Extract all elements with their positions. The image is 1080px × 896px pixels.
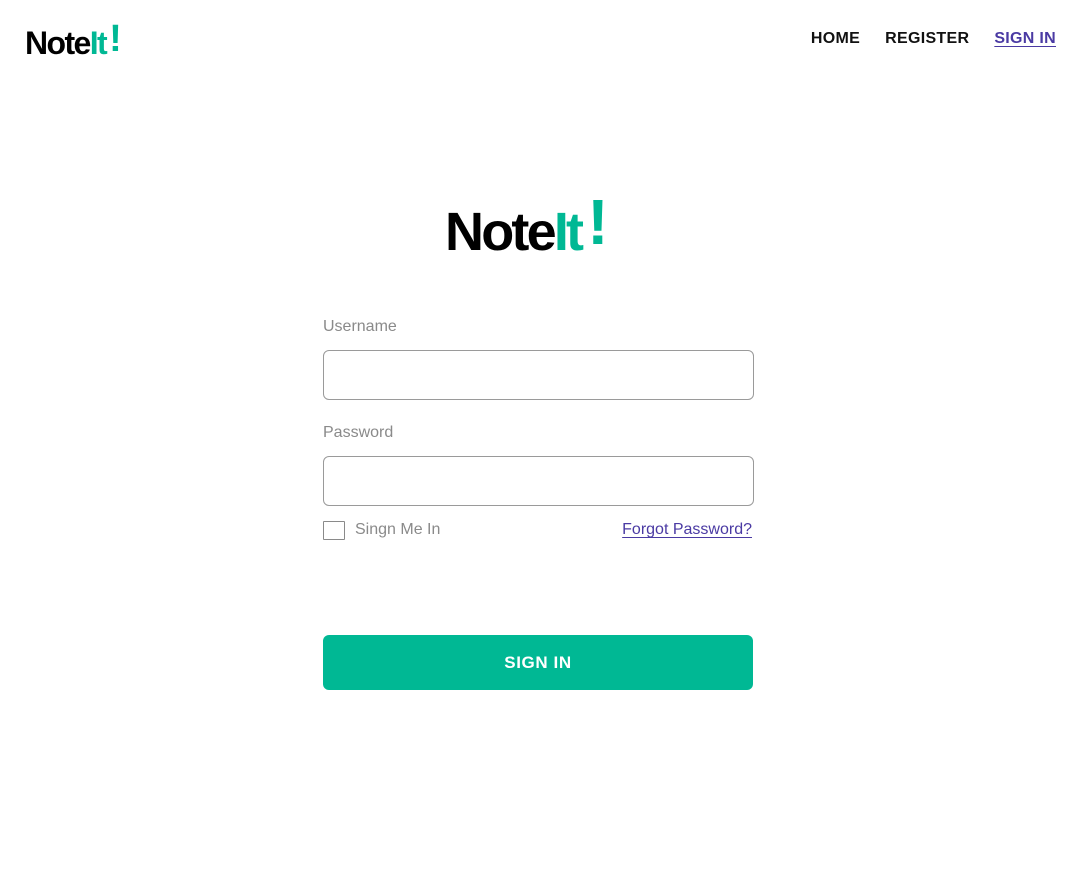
- nav-link-register[interactable]: REGISTER: [885, 28, 969, 50]
- remember-me-label[interactable]: Singn Me In: [355, 519, 440, 541]
- password-label: Password: [323, 424, 394, 441]
- main-nav: HOME REGISTER SIGN IN: [811, 28, 1056, 50]
- signin-page: NoteIt! HOME REGISTER SIGN IN NoteIt! Us…: [0, 0, 1080, 896]
- center-logo-text-note: Note: [445, 202, 557, 262]
- form-options-row: Singn Me In Forgot Password?: [323, 519, 754, 541]
- center-logo-text-it: It: [553, 202, 584, 262]
- nav-link-sign-in[interactable]: SIGN IN: [994, 28, 1056, 50]
- password-input[interactable]: [323, 456, 754, 506]
- logo-text-note: Note: [25, 25, 91, 61]
- field-spacer: [323, 400, 754, 422]
- username-label: Username: [323, 318, 397, 335]
- top-header: NoteIt! HOME REGISTER SIGN IN: [0, 0, 1080, 80]
- center-logo: NoteIt!: [445, 190, 608, 264]
- signin-form: Username Password Singn Me In Forgot Pas…: [323, 316, 754, 541]
- header-logo[interactable]: NoteIt!: [25, 18, 122, 63]
- sign-in-button[interactable]: SIGN IN: [323, 635, 753, 690]
- logo-exclamation: !: [109, 18, 122, 60]
- nav-link-home[interactable]: HOME: [811, 28, 860, 50]
- logo-text-it: It: [89, 25, 108, 61]
- checkbox-unchecked-icon[interactable]: [323, 521, 345, 540]
- forgot-password-link[interactable]: Forgot Password?: [622, 519, 752, 541]
- center-logo-exclamation: !: [587, 186, 608, 258]
- username-input[interactable]: [323, 350, 754, 400]
